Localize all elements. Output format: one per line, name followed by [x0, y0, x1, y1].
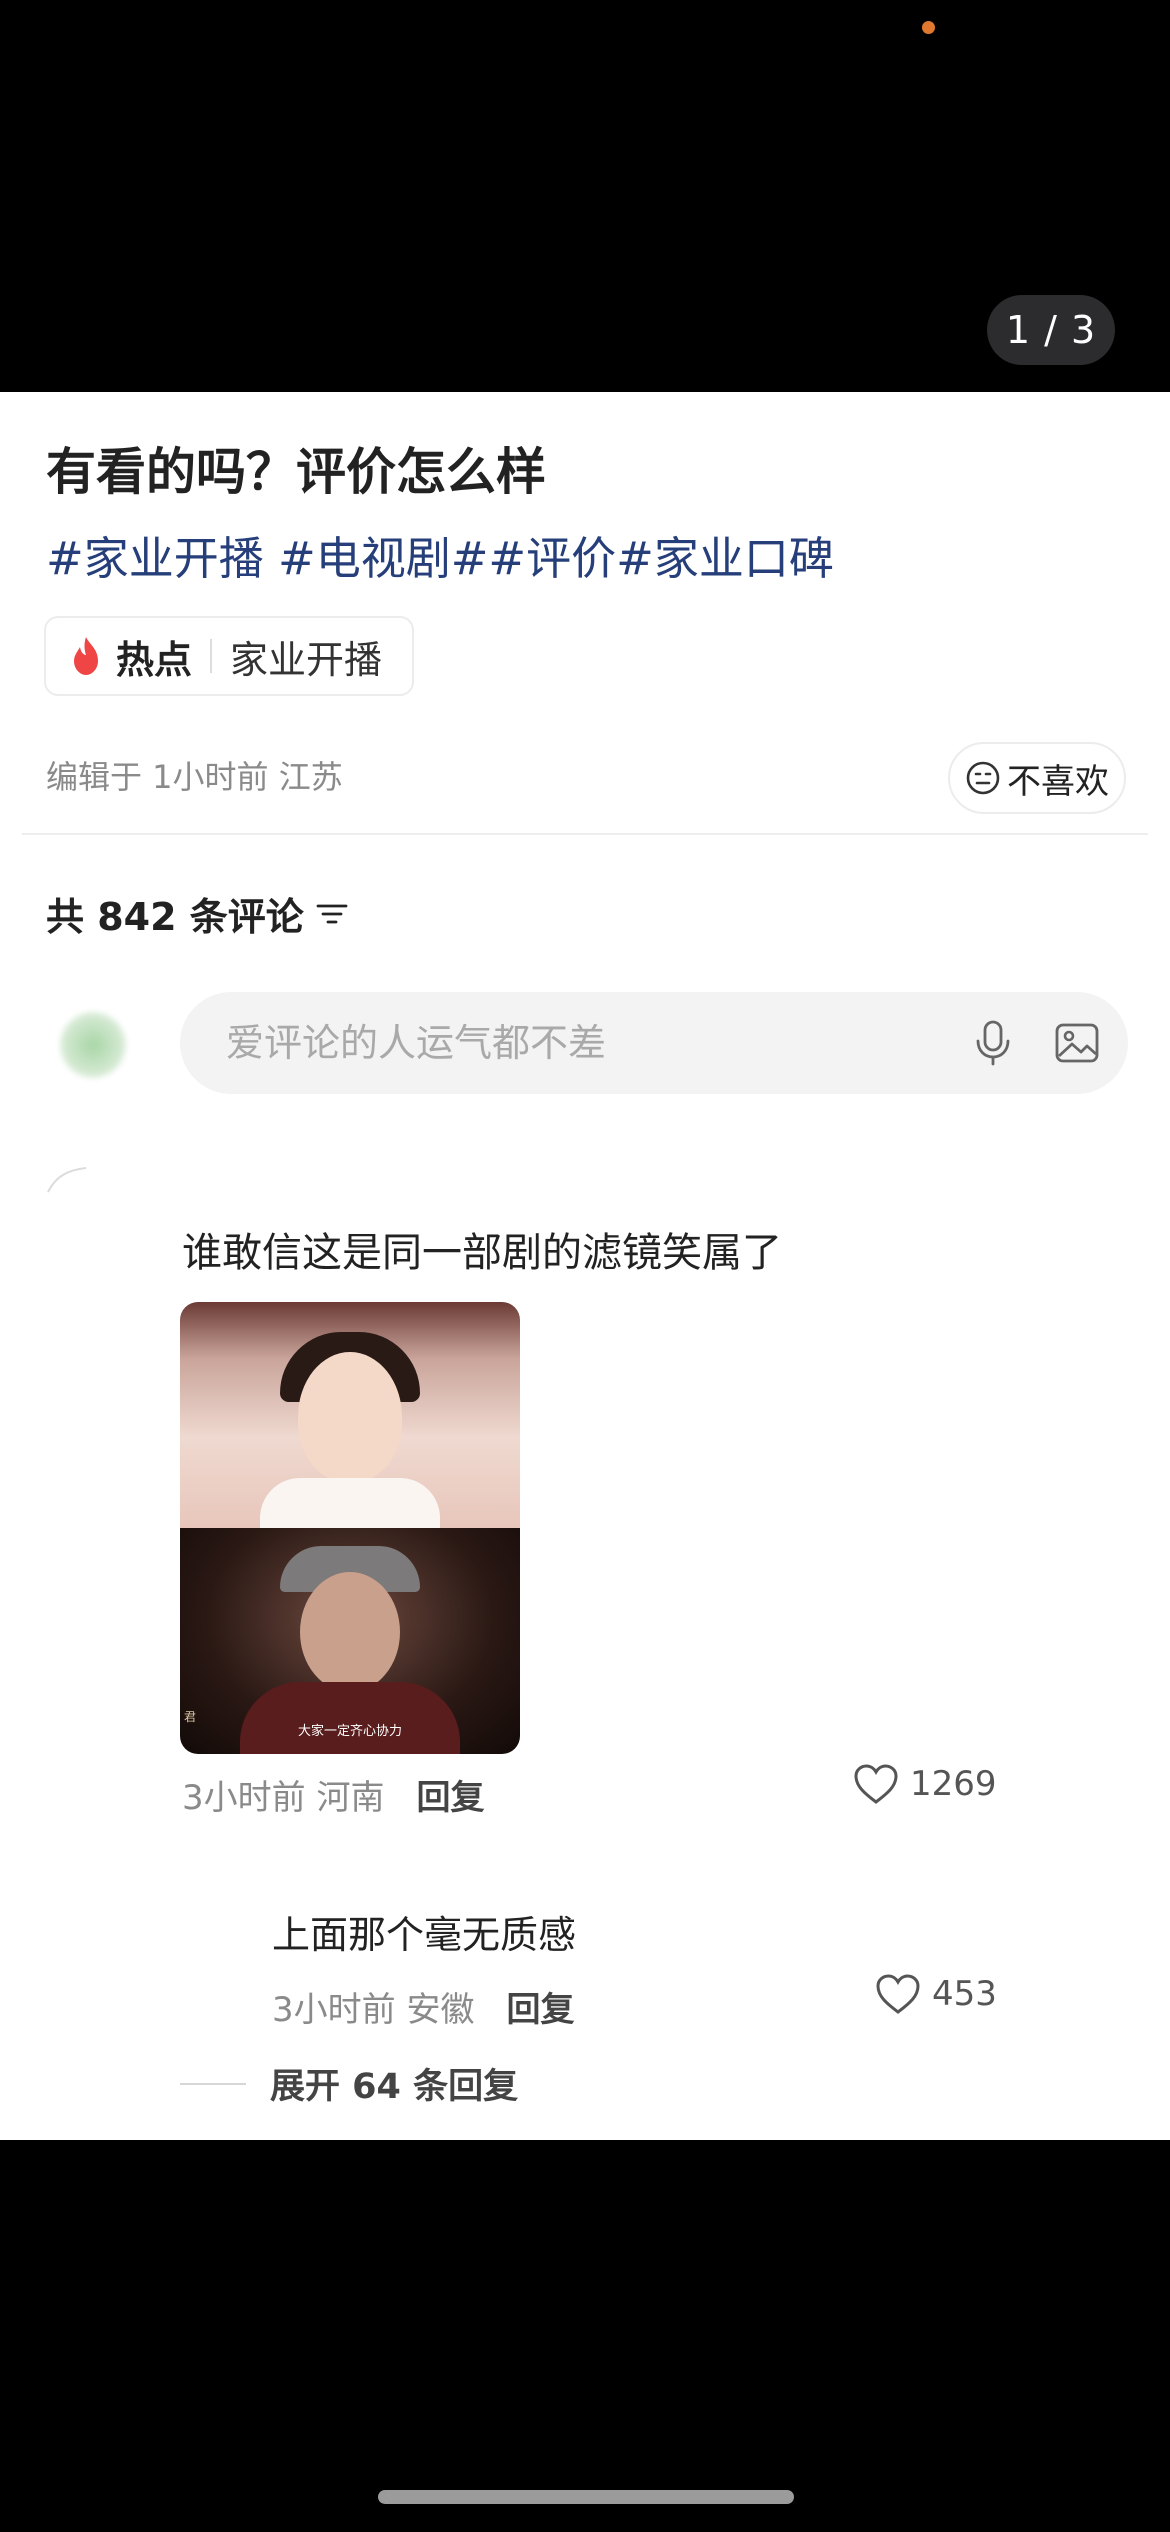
- post-edit-meta: 编辑于 1小时前 江苏: [46, 758, 343, 796]
- reply-text: 上面那个毫无质感: [272, 1913, 577, 1957]
- comment-location: 河南: [316, 1778, 385, 1818]
- expand-replies-label: 展开 64 条回复: [270, 2067, 519, 2107]
- hot-topic-chip[interactable]: 热点 家业开播: [44, 616, 415, 696]
- user-avatar[interactable]: [60, 1012, 126, 1078]
- like-button[interactable]: 453: [874, 1972, 997, 2016]
- post-title: 有看的吗？评价怎么样: [46, 443, 546, 501]
- comment-count-header[interactable]: 共 842 条评论: [46, 886, 348, 941]
- reply-meta: 3小时前 安徽 回复: [272, 1982, 574, 2031]
- reply-time-location: 3小时前 安徽: [272, 1982, 474, 2031]
- image-figure-scarf: [260, 1478, 440, 1528]
- microphone-icon[interactable]: [960, 1010, 1026, 1076]
- image-figure-face: [298, 1352, 402, 1482]
- comment-meta: 3小时前 河南 回复: [182, 1770, 484, 1819]
- image-picker-icon[interactable]: [1044, 1010, 1110, 1076]
- expand-replies-button[interactable]: 展开 64 条回复: [180, 2058, 518, 2109]
- dislike-button[interactable]: 不喜欢: [948, 742, 1126, 814]
- reply-button[interactable]: 回复: [506, 1982, 574, 2031]
- expand-line: [180, 2082, 246, 2085]
- reply-button[interactable]: 回复: [416, 1770, 484, 1819]
- neutral-face-icon: [966, 761, 1000, 795]
- image-subtitle: 大家一定齐心协力: [297, 1724, 402, 1739]
- comment-image[interactable]: 君 大家一定齐心协力: [180, 1302, 520, 1754]
- like-count: 1269: [910, 1764, 997, 1804]
- chip-separator: [210, 639, 213, 673]
- like-count: 453: [932, 1974, 997, 2014]
- reply-location: 安徽: [406, 1990, 475, 2030]
- comment-text: 谁敢信这是同一部剧的滤镜笑属了: [182, 1230, 782, 1276]
- media-viewer[interactable]: 1 / 3: [0, 0, 1170, 392]
- heart-icon: [876, 1974, 920, 2014]
- bottom-area: [0, 2140, 1170, 2532]
- dislike-label: 不喜欢: [1007, 761, 1109, 802]
- like-button[interactable]: 1269: [852, 1762, 997, 1806]
- post-content: 有看的吗？评价怎么样 #家业开播 #电视剧##评价#家业口碑 热点 家业开播 编…: [0, 392, 1170, 2422]
- comment-input[interactable]: [226, 1021, 960, 1065]
- heart-icon: [854, 1764, 898, 1804]
- post-hashtags[interactable]: #家业开播 #电视剧##评价#家业口碑: [46, 522, 834, 587]
- hot-label: 热点: [116, 637, 193, 682]
- image-page-indicator: 1 / 3: [987, 295, 1115, 365]
- flame-icon: [74, 637, 98, 675]
- recording-indicator-dot: [922, 21, 935, 34]
- comment-input-bar[interactable]: [180, 992, 1128, 1094]
- section-divider: [22, 833, 1148, 835]
- comment-count-label: 共 842 条评论: [46, 895, 304, 939]
- image-figure-face-2: [300, 1572, 400, 1692]
- sort-icon[interactable]: [316, 900, 348, 928]
- comment-time-location: 3小时前 河南: [182, 1770, 384, 1819]
- commenter-avatar[interactable]: [46, 1162, 126, 1202]
- comment-time: 3小时前: [182, 1778, 317, 1818]
- reply-time: 3小时前: [272, 1990, 407, 2030]
- home-indicator[interactable]: [378, 2490, 794, 2504]
- hot-topic-name: 家业开播: [230, 637, 383, 682]
- image-figure-robe: [240, 1682, 460, 1754]
